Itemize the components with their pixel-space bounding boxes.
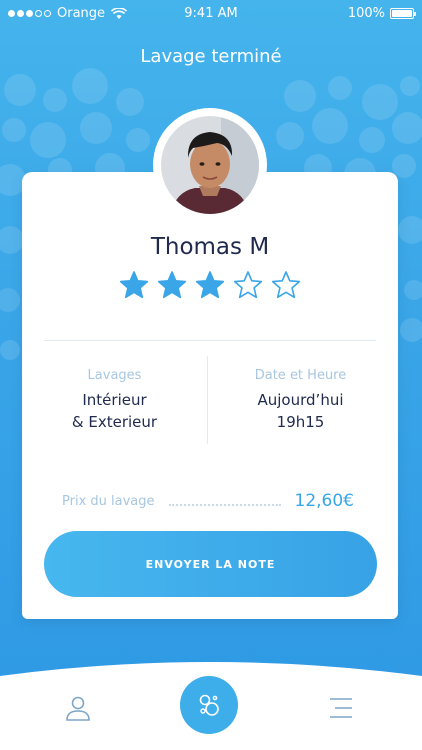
bubbles-icon bbox=[199, 694, 219, 716]
wash-type-column: Lavages Intérieur & Exterieur bbox=[22, 368, 207, 433]
star-filled-icon[interactable] bbox=[157, 270, 187, 300]
avatar-ring bbox=[153, 108, 267, 222]
tab-profile[interactable] bbox=[58, 688, 98, 728]
tab-bar bbox=[0, 660, 422, 750]
datetime-label: Date et Heure bbox=[254, 368, 347, 383]
datetime-value-1: Aujourd’hui bbox=[257, 391, 344, 409]
star-filled-icon[interactable] bbox=[119, 270, 149, 300]
avatar bbox=[161, 116, 259, 214]
datetime-value-2: 19h15 bbox=[276, 413, 325, 431]
rating-card: Thomas M Lavages Intérieur & Exterieur D… bbox=[22, 172, 398, 619]
price-row: Prix du lavage 12,60€ bbox=[62, 490, 354, 512]
menu-icon bbox=[330, 698, 352, 718]
send-rating-button[interactable]: ENVOYER LA NOTE bbox=[44, 531, 377, 597]
tab-wash[interactable] bbox=[180, 676, 238, 734]
screen: Orange 9:41 AM 100% Lavage terminé Thoma… bbox=[0, 0, 422, 750]
battery-percent: 100% bbox=[347, 6, 385, 21]
wash-type-value-2: & Exterieur bbox=[71, 413, 158, 431]
price-value: 12,60€ bbox=[294, 491, 354, 511]
price-leader-dots bbox=[168, 496, 281, 506]
datetime-column: Date et Heure Aujourd’hui 19h15 bbox=[208, 368, 393, 433]
divider bbox=[44, 340, 376, 341]
status-bar: Orange 9:41 AM 100% bbox=[0, 0, 422, 28]
star-rating[interactable] bbox=[22, 270, 398, 300]
price-label: Prix du lavage bbox=[62, 493, 155, 509]
avatar-photo bbox=[161, 116, 259, 214]
wash-type-label: Lavages bbox=[87, 368, 142, 383]
battery-icon bbox=[390, 8, 416, 19]
washer-name: Thomas M bbox=[150, 234, 270, 260]
page-title: Lavage terminé bbox=[140, 46, 282, 67]
star-empty-icon[interactable] bbox=[233, 270, 263, 300]
tab-menu[interactable] bbox=[321, 688, 361, 728]
wash-type-value-1: Intérieur bbox=[82, 391, 147, 409]
status-right: 100% bbox=[347, 6, 416, 21]
star-empty-icon[interactable] bbox=[271, 270, 301, 300]
user-icon bbox=[66, 696, 90, 721]
star-filled-icon[interactable] bbox=[195, 270, 225, 300]
